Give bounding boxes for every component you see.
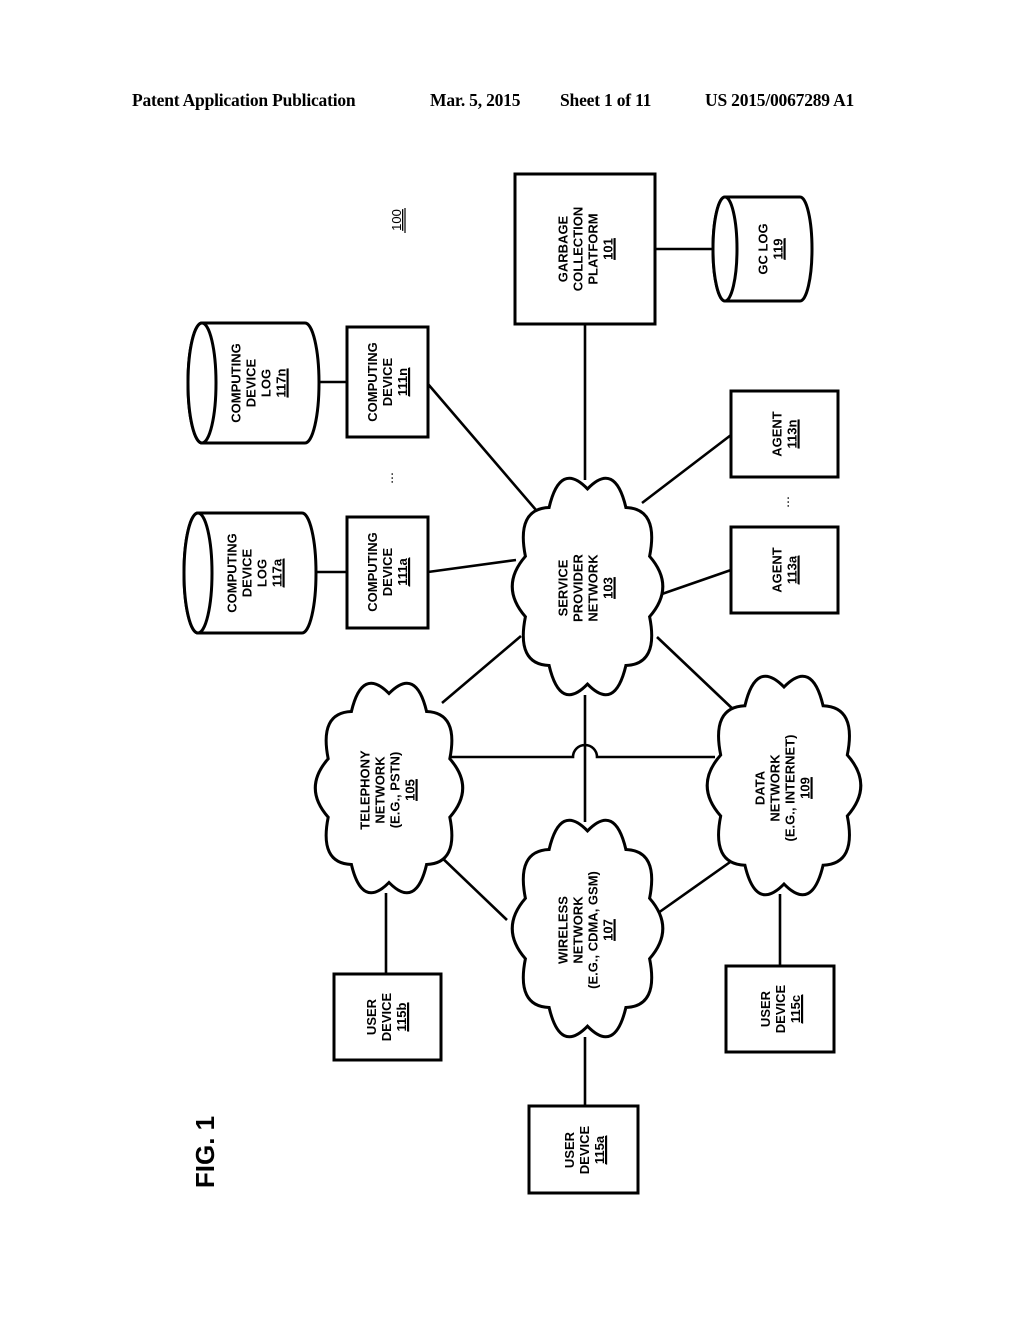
- edge-service-provider-telephony: [441, 635, 522, 704]
- node-reference-number: 117a: [270, 558, 285, 587]
- node-label-line: TELEPHONY: [358, 750, 373, 830]
- telephony-network-cloud[interactable]: TELEPHONY NETWORK (E.G., PSTN) 105: [313, 681, 465, 895]
- edge-data-wireless: [650, 858, 734, 920]
- edge-telephony-data-with-crossover: [449, 743, 715, 759]
- edge-device-111a-service-provider: [427, 558, 517, 574]
- network-diagram: GARBAGE COLLECTION PLATFORM 101 GC LOG 119 C…: [182, 172, 863, 1195]
- node-label-line: DEVICE: [380, 547, 395, 596]
- node-label-line: AGENT: [770, 547, 785, 593]
- node-label-line: DEVICE: [380, 357, 395, 406]
- node-label-line: (E.G., PSTN): [388, 752, 403, 829]
- computing-device-111n[interactable]: COMPUTING DEVICE 111n: [345, 325, 430, 439]
- node-label-line: WIRELESS: [556, 896, 571, 964]
- node-reference-number: 115a: [592, 1135, 607, 1164]
- node-label-line: NETWORK: [768, 754, 783, 822]
- node-label-line: GC LOG: [756, 223, 771, 274]
- gc-log-database[interactable]: GC LOG 119: [711, 195, 814, 303]
- node-label-line: DEVICE: [577, 1125, 592, 1174]
- node-label-line: LOG: [259, 369, 274, 397]
- computing-device-111a[interactable]: COMPUTING DEVICE 111a: [345, 515, 430, 630]
- agents-ellipsis: ...: [776, 496, 792, 508]
- node-reference-number: 109: [798, 777, 813, 799]
- node-reference-number: 117n: [274, 368, 289, 397]
- edge-service-provider-data: [656, 636, 737, 713]
- computing-device-log-117a[interactable]: COMPUTING DEVICE LOG 117a: [182, 511, 318, 635]
- node-label-line: COMPUTING: [225, 533, 240, 612]
- node-reference-number: 107: [601, 919, 616, 941]
- node-reference-number: 115c: [788, 995, 803, 1023]
- node-label-line: COMPUTING: [365, 342, 380, 421]
- node-label-line: USER: [562, 1131, 577, 1168]
- agent-113n[interactable]: AGENT 113n: [729, 389, 840, 479]
- node-label-line: COLLECTION: [571, 207, 586, 292]
- node-reference-number: 119: [771, 239, 786, 260]
- node-label-line: NETWORK: [571, 896, 586, 964]
- edge-telephony-wireless: [436, 852, 508, 921]
- system-reference-number: 100: [389, 209, 404, 231]
- figure-label: FIG. 1: [190, 1116, 220, 1188]
- node-label-line: AGENT: [770, 411, 785, 457]
- node-label-line: DEVICE: [244, 358, 259, 407]
- node-reference-number: 101: [601, 238, 616, 260]
- user-device-115c[interactable]: USER DEVICE 115c: [724, 964, 836, 1054]
- node-label-line: PLATFORM: [586, 213, 601, 284]
- edge-agent-113n-service-provider: [641, 433, 732, 505]
- node-label-line: USER: [364, 998, 379, 1035]
- node-reference-number: 105: [403, 779, 418, 801]
- node-label-line: DEVICE: [773, 984, 788, 1033]
- node-reference-number: 115b: [394, 1002, 409, 1031]
- node-label-line: PROVIDER: [571, 553, 586, 622]
- node-reference-number: 103: [601, 577, 616, 599]
- agent-113a[interactable]: AGENT 113a: [729, 525, 840, 615]
- user-device-115b[interactable]: USER DEVICE 115b: [332, 972, 443, 1062]
- computing-device-log-117n[interactable]: COMPUTING DEVICE LOG 117n: [186, 321, 321, 445]
- node-label-line: COMPUTING: [229, 343, 244, 422]
- data-network-cloud[interactable]: DATA NETWORK (E.G., INTERNET) 109: [705, 674, 863, 897]
- node-label-line: NETWORK: [373, 756, 388, 824]
- edge-agent-113a-service-provider: [658, 568, 732, 597]
- node-label-line: DEVICE: [240, 548, 255, 597]
- node-label-line: (E.G., CDMA, GSM): [586, 871, 601, 989]
- user-device-115a[interactable]: USER DEVICE 115a: [527, 1104, 640, 1195]
- service-provider-network-cloud[interactable]: SERVICE PROVIDER NETWORK 103: [510, 476, 665, 697]
- node-label-line: SERVICE: [556, 559, 571, 616]
- node-label-line: (E.G., INTERNET): [783, 735, 798, 842]
- edge-device-111n-service-provider: [427, 383, 537, 511]
- node-reference-number: 113n: [785, 419, 800, 448]
- node-reference-number: 113a: [785, 555, 800, 584]
- node-label-line: GARBAGE: [556, 215, 571, 282]
- wireless-network-cloud[interactable]: WIRELESS NETWORK (E.G., CDMA, GSM) 107: [510, 818, 665, 1039]
- node-reference-number: 111a: [395, 557, 410, 585]
- computing-devices-ellipsis: ...: [380, 472, 396, 484]
- node-label-line: DATA: [753, 770, 768, 805]
- node-label-line: DEVICE: [379, 992, 394, 1041]
- node-label-line: USER: [758, 990, 773, 1027]
- node-label-line: LOG: [255, 559, 270, 587]
- node-label-line: NETWORK: [586, 554, 601, 622]
- node-reference-number: 111n: [395, 368, 410, 396]
- node-label-line: COMPUTING: [365, 532, 380, 611]
- garbage-collection-platform[interactable]: GARBAGE COLLECTION PLATFORM 101: [513, 172, 657, 326]
